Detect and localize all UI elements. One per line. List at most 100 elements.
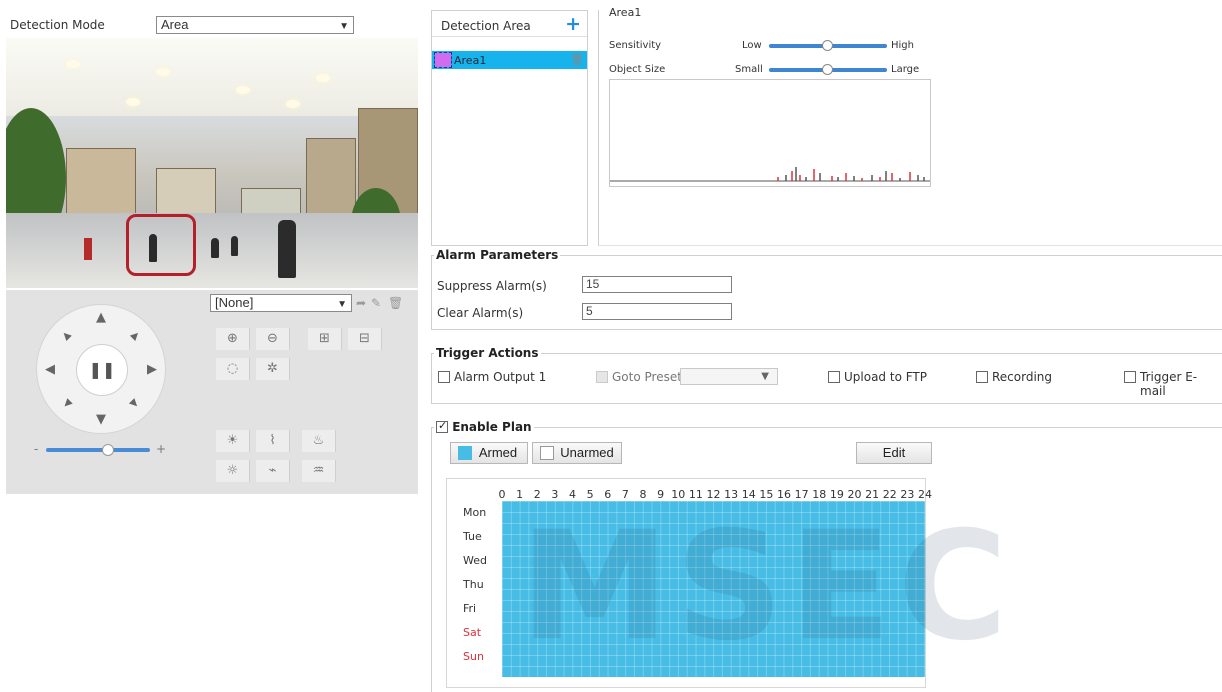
- clear-alarm-input[interactable]: 5: [582, 303, 732, 320]
- arrow-up-icon[interactable]: ▲: [96, 311, 106, 325]
- chevron-down-icon: ▼: [337, 299, 347, 310]
- unarmed-button[interactable]: Unarmed: [532, 442, 622, 464]
- ptz-control-panel: ▲ ▼ ◀ ▶ ▲ ▲ ▼ ▼ ❚❚ - + [None] ▼ ➦ ✎ 🗑 ⊕ …: [6, 290, 418, 494]
- upload-ftp-label: Upload to FTP: [844, 370, 927, 384]
- detection-area-list: Detection Area + Area1 🗑: [431, 10, 588, 246]
- preset-select[interactable]: [None] ▼: [210, 294, 352, 312]
- enable-plan-checkbox[interactable]: [436, 419, 448, 433]
- day-label: Mon: [463, 506, 487, 519]
- goto-preset-label: Goto Preset: [612, 370, 682, 384]
- motion-graph-svg: [610, 167, 930, 182]
- arrow-down-icon[interactable]: ▼: [96, 413, 106, 427]
- sensitivity-high-label: High: [891, 40, 914, 51]
- day-label: Thu: [463, 578, 484, 591]
- person: [231, 236, 238, 256]
- arrow-up-left-icon[interactable]: ▲: [59, 328, 74, 343]
- goto-preset-icon[interactable]: ➦: [356, 296, 366, 310]
- suppress-alarm-input[interactable]: 15: [582, 276, 732, 293]
- trigger-email-checkbox[interactable]: [1124, 371, 1136, 383]
- iris-open-icon[interactable]: ◌: [216, 358, 250, 380]
- hour-label: 4: [569, 488, 576, 501]
- ceiling-light: [66, 60, 80, 68]
- goto-preset-checkbox[interactable]: [596, 371, 608, 383]
- unarmed-swatch: [540, 446, 554, 460]
- wiper-icon[interactable]: ⌇: [256, 430, 290, 452]
- clear-alarm-label: Clear Alarm(s): [437, 306, 524, 320]
- alarm-parameters-legend: Alarm Parameters: [436, 248, 559, 262]
- recording-checkbox[interactable]: [976, 371, 988, 383]
- heater-icon[interactable]: ♨: [302, 430, 336, 452]
- zoom-out-icon[interactable]: ⊖: [256, 328, 290, 350]
- hour-label: 16: [777, 488, 791, 501]
- hour-label: 11: [688, 488, 703, 501]
- pause-icon[interactable]: ❚❚: [76, 344, 128, 396]
- edit-preset-icon[interactable]: ✎: [371, 296, 381, 310]
- goto-preset-select[interactable]: ▼: [680, 368, 778, 385]
- delete-preset-icon[interactable]: 🗑: [388, 296, 403, 310]
- delete-area-icon[interactable]: 🗑: [570, 53, 584, 66]
- detection-mode-label: Detection Mode: [10, 18, 105, 32]
- alarm-output-checkbox[interactable]: [438, 371, 450, 383]
- day-label: Wed: [463, 554, 487, 567]
- object-size-large-label: Large: [891, 64, 920, 75]
- schedule-panel: 0 1 2 3 4 5 6 7 8 9 10 11 12 13 14 15 16 17 18 19 20 21 22 23 24…: [446, 478, 932, 688]
- arrow-right-icon[interactable]: ▶: [147, 363, 157, 377]
- upload-ftp-checkbox[interactable]: [828, 371, 840, 383]
- arrow-up-right-icon[interactable]: ▲: [127, 328, 142, 343]
- hour-label: 12: [706, 488, 721, 501]
- ptz-speed-slider[interactable]: [46, 448, 150, 452]
- zoom-in-icon[interactable]: ⊕: [216, 328, 250, 350]
- chevron-down-icon: ▼: [761, 371, 769, 382]
- area-title: Area1: [609, 6, 642, 19]
- hour-label: 1: [516, 488, 524, 501]
- ptz-speed-knob[interactable]: [102, 444, 114, 456]
- arrow-down-right-icon[interactable]: ▼: [127, 396, 142, 411]
- hour-label: 9: [657, 488, 665, 501]
- wiper-off-icon[interactable]: ⌁: [256, 460, 290, 482]
- minus-icon[interactable]: -: [34, 442, 38, 456]
- area-color-swatch: [434, 52, 452, 68]
- heater-off-icon[interactable]: ♒: [302, 460, 336, 482]
- hour-label: 0: [498, 488, 506, 501]
- edit-plan-button[interactable]: Edit: [856, 442, 932, 464]
- area-settings: Area1 Sensitivity Low High Object Size S…: [598, 6, 1222, 246]
- schedule-grid[interactable]: [502, 501, 925, 677]
- hour-label: 24: [918, 488, 932, 501]
- hour-label: 10: [671, 488, 686, 501]
- add-area-icon[interactable]: +: [565, 13, 581, 35]
- detection-mode-value: Area: [161, 17, 189, 32]
- armed-label: Armed: [478, 445, 518, 460]
- sensitivity-knob[interactable]: [822, 40, 833, 51]
- object-size-label: Object Size: [609, 64, 666, 75]
- armed-button[interactable]: Armed: [450, 442, 528, 464]
- plus-icon[interactable]: +: [156, 442, 166, 456]
- area-list-item[interactable]: Area1 🗑: [432, 51, 587, 69]
- detection-mode-select[interactable]: Area ▼: [156, 16, 354, 34]
- hour-label: 13: [724, 488, 739, 501]
- hour-label: 18: [812, 488, 827, 501]
- light-off-icon[interactable]: ☼: [216, 460, 250, 482]
- live-video[interactable]: [6, 38, 418, 288]
- object-size-small-label: Small: [735, 64, 763, 75]
- arrow-down-left-icon[interactable]: ▼: [59, 396, 74, 411]
- ptz-direction-wheel[interactable]: ▲ ▼ ◀ ▶ ▲ ▲ ▼ ▼ ❚❚: [36, 304, 166, 434]
- enable-plan-legend: Enable Plan: [434, 419, 534, 434]
- hour-label: 14: [741, 488, 756, 501]
- focus-near-icon[interactable]: ⊞: [308, 328, 342, 350]
- area-item-label: Area1: [454, 54, 487, 67]
- sensitivity-low-label: Low: [742, 40, 762, 51]
- hour-label: 21: [865, 488, 880, 501]
- light-icon[interactable]: ☀: [216, 430, 250, 452]
- hour-label: 6: [604, 488, 612, 501]
- object-size-knob[interactable]: [822, 64, 833, 75]
- focus-far-icon[interactable]: ⊟: [348, 328, 382, 350]
- person: [278, 220, 296, 278]
- motion-graph: [609, 79, 931, 187]
- hour-label: 2: [533, 488, 541, 501]
- iris-close-icon[interactable]: ✲: [256, 358, 290, 380]
- trigger-email-label: Trigger E-mail: [1140, 370, 1198, 398]
- arrow-left-icon[interactable]: ◀: [45, 363, 55, 377]
- detection-area-outline[interactable]: [126, 214, 196, 276]
- hour-label: 15: [759, 488, 774, 501]
- hour-label: 17: [794, 488, 809, 501]
